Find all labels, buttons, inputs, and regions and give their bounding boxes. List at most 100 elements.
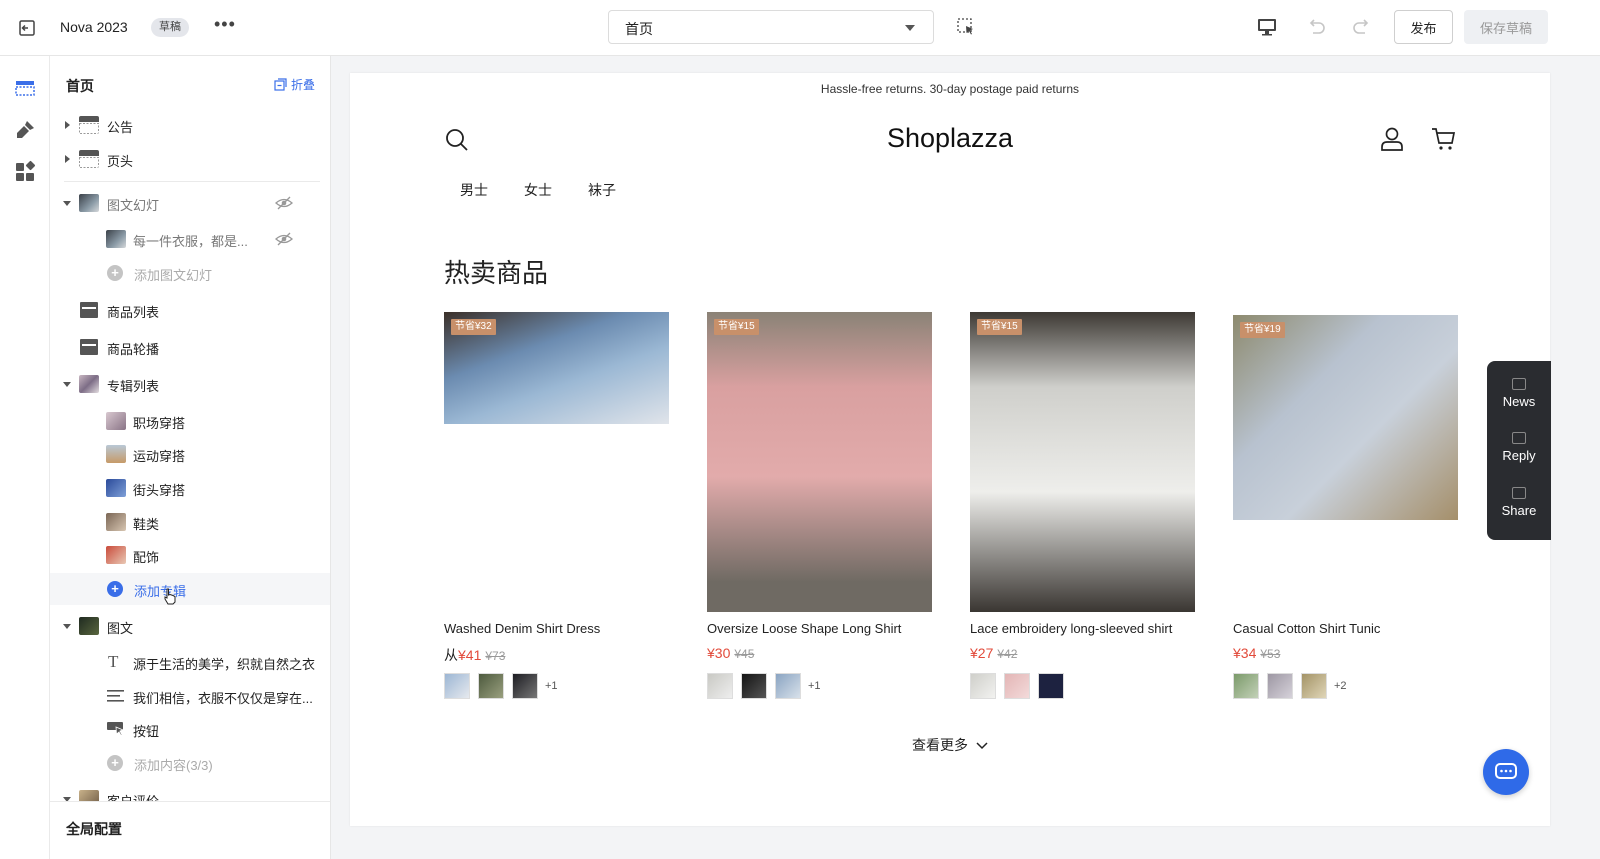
sidebar-subitem-slide[interactable]: 每一件衣服，都是... xyxy=(50,223,330,255)
reply-button[interactable]: Reply xyxy=(1487,432,1551,463)
color-swatch[interactable] xyxy=(478,673,504,699)
sidebar-item-label: 公告 xyxy=(107,120,134,135)
color-swatch[interactable] xyxy=(1267,673,1293,699)
store-logo[interactable]: Shoplazza xyxy=(350,123,1550,154)
cart-icon[interactable] xyxy=(1431,126,1457,152)
share-button[interactable]: Share xyxy=(1487,487,1551,518)
undo-icon[interactable] xyxy=(1304,15,1328,39)
more-options-button[interactable]: ••• xyxy=(214,14,236,35)
sidebar-item-label: 专辑列表 xyxy=(107,379,160,394)
chevron-down-icon[interactable] xyxy=(63,382,71,387)
announcement-bar[interactable]: Hassle-free returns. 30-day postage paid… xyxy=(350,82,1550,96)
add-collection-button[interactable]: + 添加专辑 xyxy=(50,573,330,605)
redo-icon[interactable] xyxy=(1350,15,1374,39)
sidebar-item-label: 按钮 xyxy=(133,724,160,739)
sidebar-subitem-button[interactable]: 按钮 xyxy=(50,713,330,745)
sidebar-item-label: 商品列表 xyxy=(107,305,160,320)
collection-thumbnail xyxy=(106,412,126,430)
product-image[interactable]: 节省¥15 xyxy=(707,312,932,612)
text-heading-icon: T xyxy=(108,652,119,671)
collection-thumbnail xyxy=(106,513,126,531)
sidebar-item-collection-list[interactable]: 专辑列表 xyxy=(50,368,330,400)
more-colors-count[interactable]: +2 xyxy=(1334,680,1347,692)
news-icon xyxy=(1512,378,1526,390)
add-slide-button[interactable]: + 添加图文幻灯 xyxy=(50,257,330,289)
sidebar-item-image-text[interactable]: 图文 xyxy=(50,610,330,642)
page-select[interactable]: 首页 xyxy=(608,10,934,44)
more-colors-count[interactable]: +1 xyxy=(545,680,558,692)
sidebar-item-label: 我们相信，衣服不仅仅是穿在... xyxy=(133,691,313,706)
sidebar-item-label: 商品轮播 xyxy=(107,342,160,357)
color-swatch[interactable] xyxy=(707,673,733,699)
product-name[interactable]: Washed Denim Shirt Dress xyxy=(444,621,600,636)
sidebar-item-label: 每一件衣服，都是... xyxy=(133,234,248,249)
color-swatch[interactable] xyxy=(741,673,767,699)
account-icon[interactable] xyxy=(1379,126,1405,152)
button-block-icon xyxy=(107,722,125,737)
sidebar-item-label: 添加专辑 xyxy=(134,584,187,599)
page-select-value: 首页 xyxy=(625,21,653,37)
global-settings-button[interactable]: 全局配置 xyxy=(50,801,330,859)
product-image[interactable]: 节省¥32 xyxy=(444,312,669,424)
product-name[interactable]: Lace embroidery long-sleeved shirt xyxy=(970,621,1172,636)
color-swatch[interactable] xyxy=(1233,673,1259,699)
color-swatch[interactable] xyxy=(444,673,470,699)
color-swatch[interactable] xyxy=(1301,673,1327,699)
desktop-view-icon[interactable] xyxy=(1256,16,1278,38)
color-swatch[interactable] xyxy=(1004,673,1030,699)
product-name[interactable]: Oversize Loose Shape Long Shirt xyxy=(707,621,901,636)
save-draft-button[interactable]: 保存草稿 xyxy=(1464,10,1548,44)
chevron-down-icon[interactable] xyxy=(63,201,71,206)
add-content-button[interactable]: + 添加内容(3/3) xyxy=(50,747,330,779)
collapse-button[interactable]: 折叠 xyxy=(274,76,315,93)
exit-icon[interactable] xyxy=(16,17,38,39)
sidebar-subitem-heading[interactable]: T 源于生活的美学，织就自然之衣 xyxy=(50,646,330,678)
color-swatch[interactable] xyxy=(512,673,538,699)
sections-icon[interactable] xyxy=(13,76,37,100)
plus-icon: + xyxy=(107,265,123,281)
sidebar-subitem-collection[interactable]: 运动穿搭 xyxy=(50,438,330,470)
collapse-icon xyxy=(274,78,287,91)
view-more-link[interactable]: 查看更多 xyxy=(350,735,1550,755)
hidden-eye-icon[interactable] xyxy=(275,196,293,210)
sidebar-subitem-paragraph[interactable]: 我们相信，衣服不仅仅是穿在... xyxy=(50,680,330,712)
sale-price: ¥41 xyxy=(458,647,482,663)
left-rail xyxy=(0,56,50,859)
sidebar-item-product-carousel[interactable]: 商品轮播 xyxy=(50,331,330,363)
sidebar-item-announcement[interactable]: 公告 xyxy=(50,109,330,141)
sidebar-subitem-collection[interactable]: 职场穿搭 xyxy=(50,405,330,437)
product-image[interactable]: 节省¥19 xyxy=(1233,315,1458,520)
sidebar-title: 首页 xyxy=(66,78,94,94)
sidebar-subitem-collection[interactable]: 配饰 xyxy=(50,539,330,571)
sidebar-subitem-collection[interactable]: 鞋类 xyxy=(50,506,330,538)
nav-link-men[interactable]: 男士 xyxy=(460,180,488,200)
sidebar-item-label: 源于生活的美学，织就自然之衣 xyxy=(133,657,316,672)
more-colors-count[interactable]: +1 xyxy=(808,680,821,692)
theme-name: Nova 2023 xyxy=(60,19,128,35)
reply-icon xyxy=(1512,432,1526,444)
chevron-right-icon[interactable] xyxy=(65,121,70,129)
news-button[interactable]: News xyxy=(1487,378,1551,409)
sidebar-subitem-collection[interactable]: 街头穿搭 xyxy=(50,472,330,504)
chat-button[interactable] xyxy=(1483,749,1529,795)
product-name[interactable]: Casual Cotton Shirt Tunic xyxy=(1233,621,1380,636)
hidden-eye-icon[interactable] xyxy=(275,232,293,246)
original-price: ¥45 xyxy=(734,647,755,661)
color-swatch[interactable] xyxy=(775,673,801,699)
color-swatch[interactable] xyxy=(970,673,996,699)
theme-style-icon[interactable] xyxy=(13,118,37,142)
chevron-right-icon[interactable] xyxy=(65,155,70,163)
publish-button[interactable]: 发布 xyxy=(1394,10,1453,44)
sidebar-item-slideshow[interactable]: 图文幻灯 xyxy=(50,187,330,219)
product-image[interactable]: 节省¥15 xyxy=(970,312,1195,612)
element-picker-icon[interactable] xyxy=(956,17,976,37)
color-swatch[interactable] xyxy=(1038,673,1064,699)
sidebar-item-product-list[interactable]: 商品列表 xyxy=(50,294,330,326)
nav-link-women[interactable]: 女士 xyxy=(524,180,552,200)
nav-link-socks[interactable]: 袜子 xyxy=(588,180,616,200)
apps-icon[interactable] xyxy=(13,160,37,184)
sidebar-item-header[interactable]: 页头 xyxy=(50,143,330,175)
sidebar-item-label: 鞋类 xyxy=(133,517,160,532)
divider xyxy=(64,181,320,182)
chevron-down-icon[interactable] xyxy=(63,624,71,629)
